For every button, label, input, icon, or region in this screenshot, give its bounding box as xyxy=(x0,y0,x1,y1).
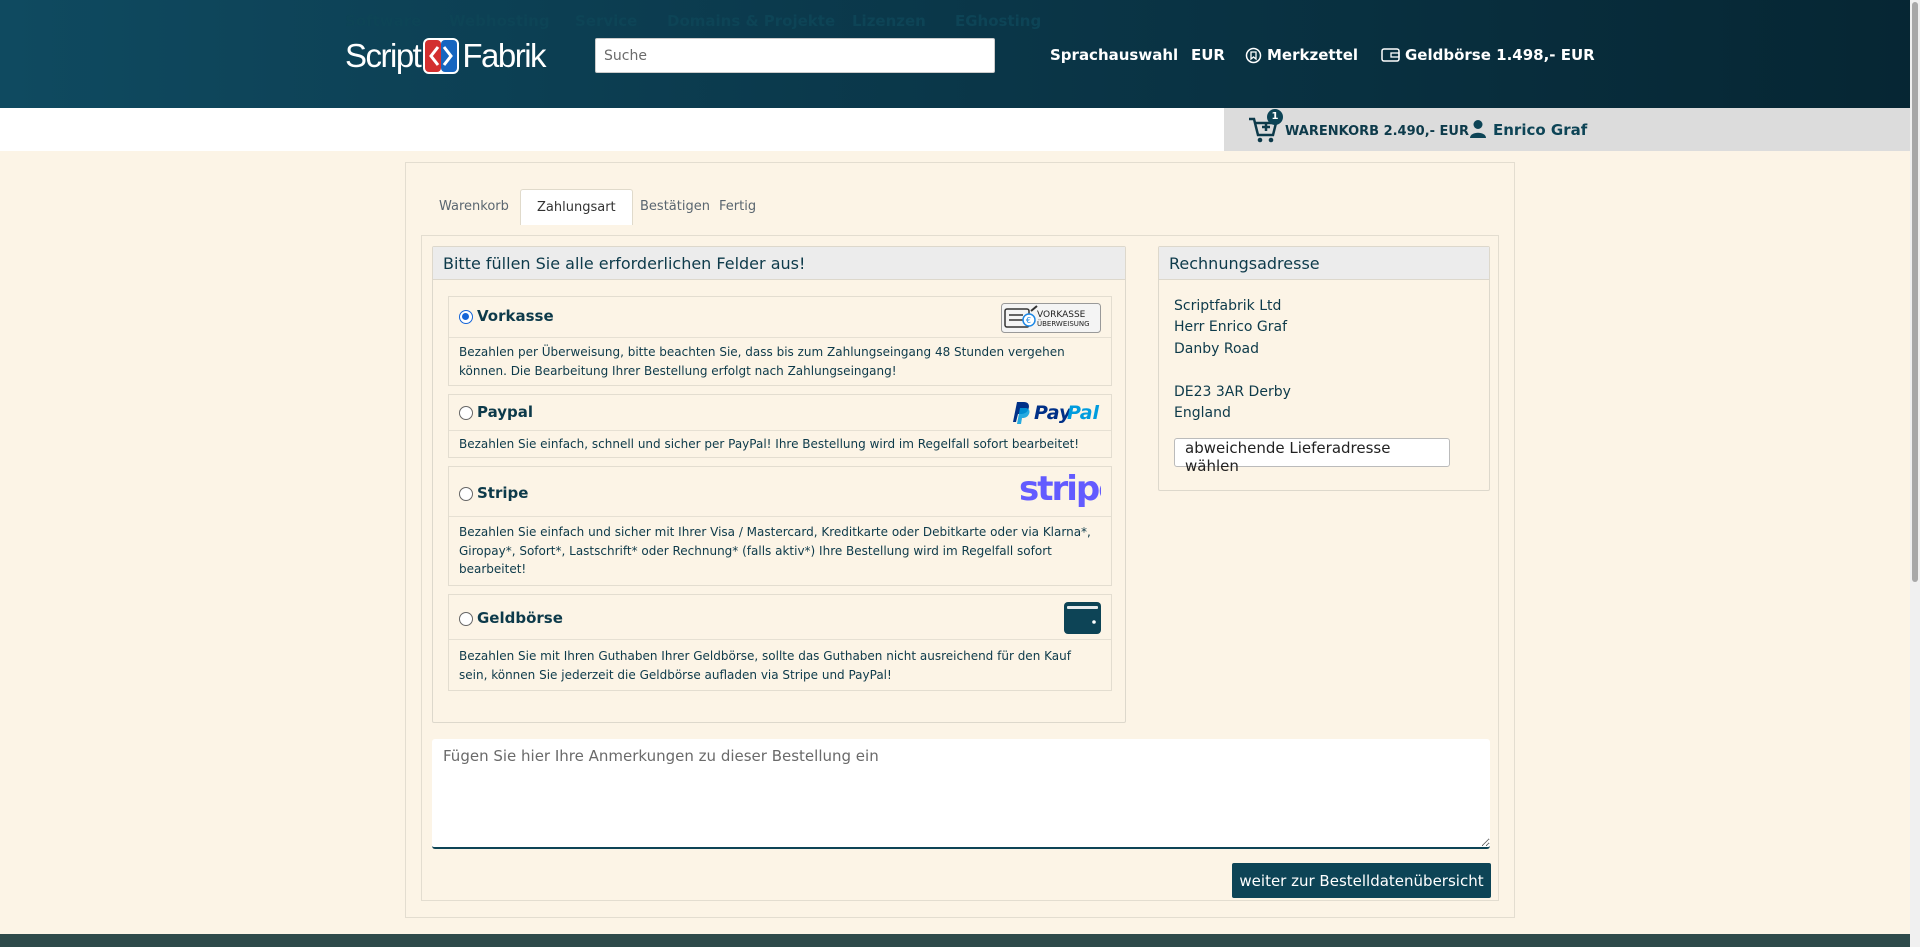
svg-text:€: € xyxy=(1026,316,1031,325)
nav-item-service[interactable]: Service xyxy=(575,12,637,30)
alternate-delivery-address-button[interactable]: abweichende Lieferadresse wählen xyxy=(1174,438,1450,475)
billing-company: Scriptfabrik Ltd xyxy=(1174,298,1282,314)
vorkasse-logo-bottom: ÜBERWEISUNG xyxy=(1037,319,1090,328)
nav-item-domains-projekte[interactable]: Domains & Projekte xyxy=(667,12,835,30)
billing-street: Danby Road xyxy=(1174,341,1259,357)
wallet-label: Geldbörse 1.498,- EUR xyxy=(1405,46,1595,64)
vorkasse-logo-top: VORKASSE xyxy=(1037,310,1086,320)
paypal-label: Paypal xyxy=(477,403,534,421)
scrollbar-thumb[interactable] xyxy=(1912,2,1918,582)
nav-item-lizenzen[interactable]: Lizenzen xyxy=(852,12,926,30)
billing-address-panel: Rechnungsadresse Scriptfabrik Ltd Herr E… xyxy=(1158,246,1490,491)
logo-text-left: Script xyxy=(345,37,422,74)
site-logo[interactable]: Script Fabrik xyxy=(345,35,547,77)
geldboerse-description: Bezahlen Sie mit Ihren Guthaben Ihrer Ge… xyxy=(459,649,1071,682)
vorkasse-description: Bezahlen per Überweisung, bitte beachten… xyxy=(459,345,1065,378)
checkout-content: Bitte füllen Sie alle erforderlichen Fel… xyxy=(421,235,1499,901)
tab-zahlungsart[interactable]: Zahlungsart xyxy=(520,189,633,225)
payment-option-geldboerse[interactable]: Geldbörse Bezahlen Sie mit Ihren Guthabe… xyxy=(448,594,1112,691)
wallet-icon xyxy=(1064,602,1101,634)
page-footer xyxy=(0,934,1920,947)
vorkasse-label: Vorkasse xyxy=(477,307,554,325)
nav-item-eghosting[interactable]: EGhosting xyxy=(955,12,1041,30)
paypal-description: Bezahlen Sie einfach, schnell und sicher… xyxy=(459,437,1080,451)
order-notes-textarea[interactable] xyxy=(432,739,1490,849)
payment-panel-heading: Bitte füllen Sie alle erforderlichen Fel… xyxy=(433,247,1125,280)
cart-count-badge: 1 xyxy=(1267,109,1283,125)
stripe-icon: stripe xyxy=(1019,470,1101,509)
logo-text-right: Fabrik xyxy=(462,37,546,74)
stripe-description: Bezahlen Sie einfach und sicher mit Ihre… xyxy=(459,525,1091,576)
language-selector[interactable]: Sprachauswahl xyxy=(1050,44,1178,66)
geldboerse-label: Geldbörse xyxy=(477,609,563,627)
paypal-logo-pal: Pal xyxy=(1067,402,1100,424)
tab-warenkorb[interactable]: Warenkorb xyxy=(423,189,525,225)
wishlist-icon xyxy=(1245,47,1262,63)
cart-label[interactable]: WARENKORB 2.490,- EUR xyxy=(1285,124,1469,139)
currency-label: EUR xyxy=(1191,46,1225,64)
checkout-container: Warenkorb Zahlungsart Bestätigen Fertig … xyxy=(405,162,1515,918)
stripe-radio[interactable] xyxy=(459,487,473,501)
payment-method-panel: Bitte füllen Sie alle erforderlichen Fel… xyxy=(432,246,1126,723)
continue-to-order-summary-button[interactable]: weiter zur Bestelldatenübersicht xyxy=(1232,863,1491,898)
currency-selector[interactable]: EUR xyxy=(1191,44,1225,66)
billing-city: DE23 3AR Derby xyxy=(1174,384,1291,400)
tab-fertig[interactable]: Fertig xyxy=(703,189,772,225)
paypal-icon: Pay Pal xyxy=(1013,402,1100,424)
search-input[interactable] xyxy=(595,38,995,73)
wishlist-label: Merkzettel xyxy=(1267,46,1359,64)
bank-transfer-icon: € VORKASSE ÜBERWEISUNG xyxy=(1001,303,1101,333)
logo-mark-icon xyxy=(423,38,460,74)
paypal-radio[interactable] xyxy=(459,406,473,420)
payment-option-header xyxy=(449,467,1111,517)
billing-country: England xyxy=(1174,405,1231,421)
vorkasse-radio[interactable] xyxy=(459,310,473,324)
payment-option-stripe[interactable]: Stripe stripe Bezahlen Sie einfach und s… xyxy=(448,466,1112,586)
user-icon xyxy=(1470,120,1486,138)
payment-option-paypal[interactable]: Paypal Pay Pal Bezahlen Sie einfach, sch… xyxy=(448,394,1112,458)
billing-name: Herr Enrico Graf xyxy=(1174,319,1288,335)
payment-option-vorkasse[interactable]: Vorkasse € VORKASSE ÜBERWEISUNG Bezahlen… xyxy=(448,296,1112,386)
wallet-link[interactable]: Geldbörse 1.498,- EUR xyxy=(1381,44,1595,66)
user-account-link[interactable]: Enrico Graf xyxy=(1493,121,1587,139)
stripe-label: Stripe xyxy=(477,484,529,502)
geldboerse-radio[interactable] xyxy=(459,612,473,626)
billing-heading: Rechnungsadresse xyxy=(1159,247,1489,280)
nav-item-webhosting[interactable]: Webhosting xyxy=(449,12,550,30)
stripe-logo-text: stripe xyxy=(1019,470,1101,509)
wishlist-link[interactable]: Merkzettel xyxy=(1245,44,1358,66)
nav-item-software[interactable]: Software xyxy=(345,12,421,30)
wallet-icon xyxy=(1381,48,1400,62)
language-label: Sprachauswahl xyxy=(1050,46,1179,64)
